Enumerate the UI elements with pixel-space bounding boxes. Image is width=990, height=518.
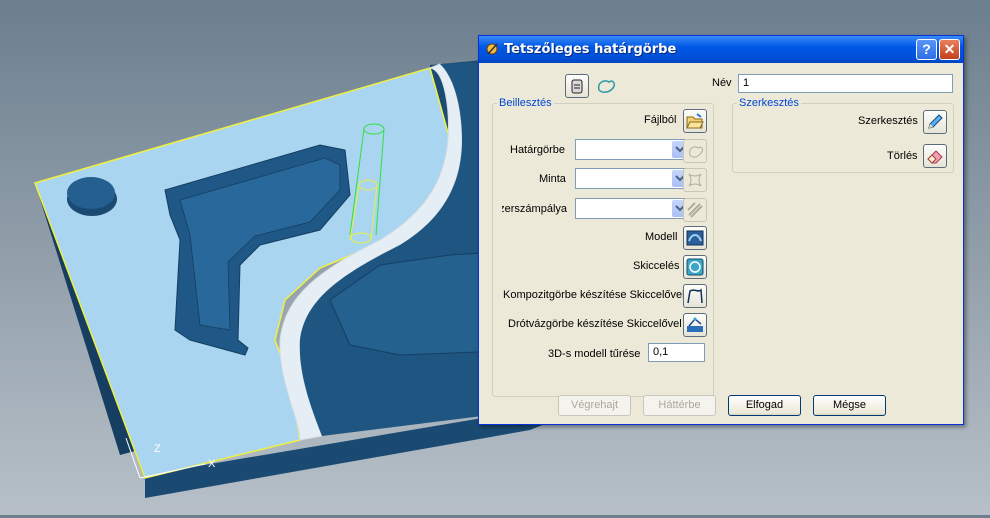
edit-button[interactable] [923,110,947,134]
pattern-select[interactable] [575,168,690,189]
pattern-label: Minta [539,173,566,185]
wireframe-curve-icon [687,317,703,332]
delete-label: Törlés [887,150,918,162]
axis-z-label: Z [154,443,161,455]
close-button[interactable]: ✕ [939,39,960,60]
open-folder-icon [686,113,704,129]
composite-sketch-button[interactable] [683,284,707,308]
edit-label: Szerkesztés [858,115,918,127]
tolerance-label: 3D-s modell tűrése [548,348,641,360]
accept-button[interactable]: Elfogad [728,395,801,416]
pattern-shape-icon [688,173,702,187]
app-icon [486,43,498,55]
dialog-title: Tetszőleges határgörbe [504,42,677,57]
toolpath-shape-icon [687,202,703,218]
sketch-button[interactable] [683,255,707,279]
composite-curve-icon [687,288,703,304]
help-button[interactable]: ? [916,39,937,60]
edit-group: Szerkesztés [732,97,954,173]
model-button[interactable] [683,226,707,250]
boundary-dialog: Tetszőleges határgörbe ? ✕ Név 1 Beilles… [478,35,964,425]
eraser-icon [927,150,943,164]
composite-sketch-label: Kompozitgörbe készítése Skiccelővel [503,289,685,301]
tolerance-input[interactable]: 0,1 [648,343,705,362]
boundary-type-icon[interactable] [565,74,589,98]
title-bar[interactable]: Tetszőleges határgörbe ? ✕ [479,36,963,63]
insert-group-legend: Beillesztés [499,97,552,109]
delete-button[interactable] [923,144,947,168]
wireframe-sketch-label: Drótvázgörbe készítése Skiccelővel [508,318,682,330]
boundary-label: Határgörbe [510,144,566,156]
toolpath-select[interactable] [575,198,690,219]
pencil-icon [928,114,943,129]
cancel-button[interactable]: Mégse [813,395,886,416]
background-button[interactable]: Háttérbe [643,395,716,416]
toolpath-label: zerszámpálya [502,203,567,215]
from-file-button[interactable] [683,109,707,133]
boundary-shape-icon [689,146,703,158]
toolpath-insert-button[interactable] [683,198,707,222]
model-icon [686,230,704,246]
edit-group-legend: Szerkesztés [739,97,799,109]
axis-x-label: X [208,458,216,470]
boundary-insert-button[interactable] [683,139,707,163]
apply-button[interactable]: Végrehajt [558,395,631,416]
name-label: Név [712,77,732,89]
wireframe-sketch-button[interactable] [683,313,707,337]
from-file-label: Fájlból [644,114,677,126]
name-input[interactable]: 1 [738,74,953,93]
model-label: Modell [645,231,678,243]
sketch-icon [686,258,704,276]
pattern-insert-button[interactable] [683,168,707,192]
sketch-label: Skiccelés [633,260,680,272]
boundary-select[interactable] [575,139,690,160]
user-boundary-icon [597,80,615,93]
